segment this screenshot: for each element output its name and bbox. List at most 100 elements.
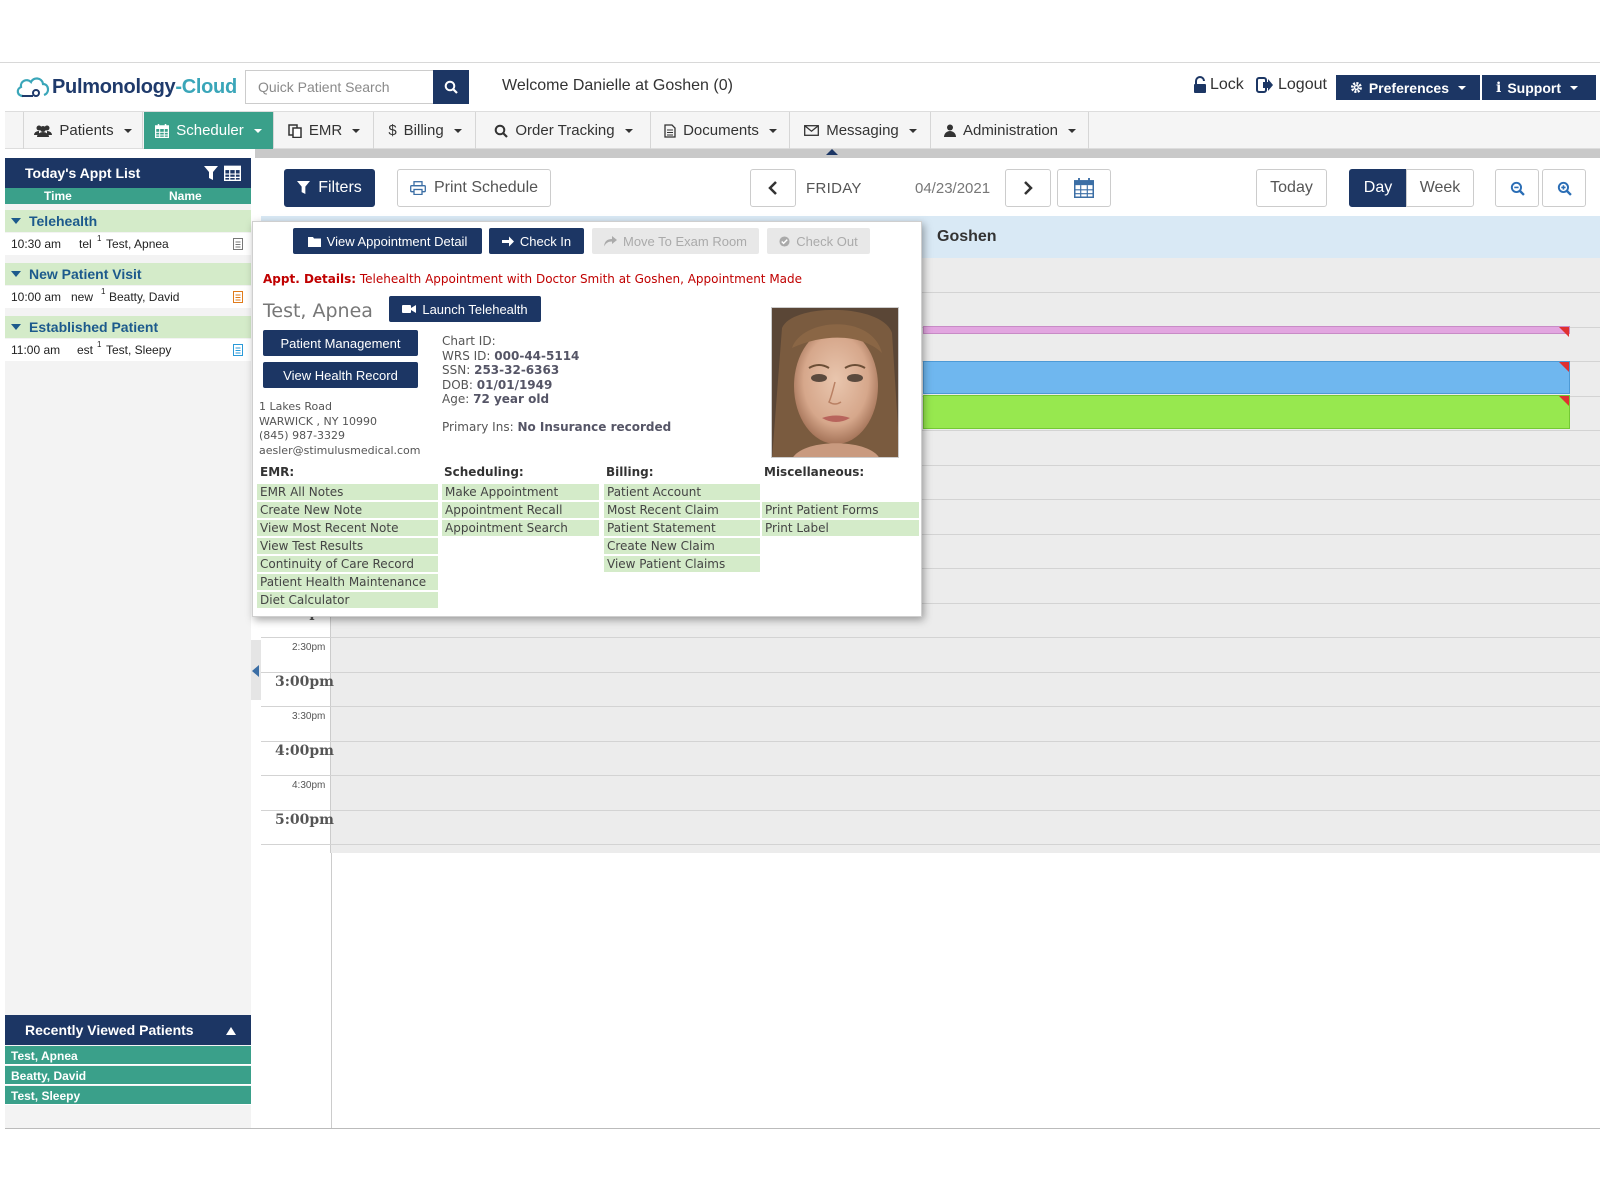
check-out-button[interactable]: Check Out (767, 228, 870, 254)
emr-link[interactable]: Continuity of Care Record (257, 556, 438, 572)
quick-patient-search (245, 70, 469, 104)
check-in-button[interactable]: Check In (489, 228, 584, 254)
week-view-button[interactable]: Week (1406, 169, 1474, 207)
emr-link[interactable]: EMR All Notes (257, 484, 438, 500)
logout-label: Logout (1278, 76, 1327, 93)
appt-list-columns: Time Name (5, 188, 251, 204)
left-sidebar: Today's Appt List Time Name Telehealth 1… (5, 158, 251, 1128)
billing-link[interactable]: Patient Account (604, 484, 760, 500)
appointment-block[interactable] (923, 326, 1570, 337)
ssn-value: 253-32-6363 (474, 363, 560, 377)
recent-patient[interactable]: Test, Apnea (5, 1046, 251, 1065)
filters-button[interactable]: Filters (284, 169, 375, 207)
billing-section-title: Billing: (606, 465, 654, 479)
sidebar-collapse-toggle[interactable] (251, 640, 261, 700)
scheduling-link[interactable]: Appointment Search (442, 520, 599, 536)
nav-administration-label: Administration (962, 122, 1059, 139)
col-time: Time (44, 189, 72, 203)
chevron-left-icon (252, 665, 259, 677)
view-health-record-button[interactable]: View Health Record (263, 362, 418, 388)
move-to-exam-room-button[interactable]: Move To Exam Room (592, 228, 759, 254)
filter-icon[interactable] (204, 166, 218, 181)
list-item[interactable]: 11:00 am est 1 Test, Sleepy (5, 339, 251, 361)
search-icon (495, 124, 509, 138)
misc-link[interactable]: Print Label (762, 520, 919, 536)
appt-group-established[interactable]: Established Patient (5, 316, 251, 338)
print-schedule-button[interactable]: Print Schedule (397, 169, 551, 207)
nav-patients[interactable]: Patients (23, 112, 143, 149)
launch-telehealth-button[interactable]: Launch Telehealth (389, 296, 541, 322)
calendar-icon (1074, 178, 1094, 198)
emr-link[interactable]: Diet Calculator (257, 592, 438, 608)
nav-documents[interactable]: Documents (652, 112, 790, 149)
appointment-block[interactable] (923, 395, 1570, 429)
scheduling-link[interactable]: Appointment Recall (442, 502, 599, 518)
list-item[interactable]: 10:30 am tel 1 Test, Apnea (5, 233, 251, 255)
appointment-block[interactable] (923, 361, 1570, 394)
welcome-text: Welcome Danielle at Goshen (0) (502, 77, 733, 94)
chevron-down-icon (11, 324, 21, 330)
emr-link[interactable]: Patient Health Maintenance (257, 574, 438, 590)
zoom-out-button[interactable] (1495, 169, 1539, 207)
search-input[interactable] (245, 70, 433, 104)
date-picker-button[interactable] (1057, 169, 1111, 207)
lock-link[interactable]: Lock (1193, 76, 1244, 94)
prev-day-button[interactable] (750, 169, 796, 207)
recently-viewed-header[interactable]: Recently Viewed Patients (5, 1015, 251, 1045)
calendar-icon (155, 123, 170, 138)
search-icon (444, 80, 458, 94)
appointment-popup: View Appointment Detail Check In Move To… (252, 221, 922, 617)
search-button[interactable] (433, 70, 469, 104)
primary-ins-value: No Insurance recorded (517, 419, 672, 434)
next-day-button[interactable] (1005, 169, 1051, 207)
billing-link[interactable]: View Patient Claims (604, 556, 760, 572)
appt-patient: Beatty, David (109, 290, 180, 304)
emr-link[interactable]: Create New Note (257, 502, 438, 518)
nav-emr[interactable]: EMR (275, 112, 374, 149)
time-label: 5:00pm (275, 812, 334, 828)
emr-link[interactable]: View Test Results (257, 538, 438, 554)
appt-group-label: Telehealth (29, 213, 98, 229)
view-appointment-detail-button[interactable]: View Appointment Detail (293, 228, 482, 254)
grid-line (261, 706, 1600, 707)
recent-patient[interactable]: Test, Sleepy (5, 1086, 251, 1105)
appt-group-telehealth[interactable]: Telehealth (5, 210, 251, 232)
scheduling-link[interactable]: Make Appointment (442, 484, 599, 500)
today-button[interactable]: Today (1256, 169, 1327, 207)
chart-id-label: Chart ID: (442, 334, 496, 348)
support-button[interactable]: i Support (1482, 75, 1596, 100)
zoom-in-button[interactable] (1542, 169, 1586, 207)
calendar-icon[interactable] (224, 164, 241, 181)
recent-patient[interactable]: Beatty, David (5, 1066, 251, 1085)
patient-photo (771, 307, 899, 458)
misc-link[interactable]: Print Patient Forms (762, 502, 919, 518)
appt-group-new-patient[interactable]: New Patient Visit (5, 263, 251, 285)
billing-link[interactable]: Patient Statement (604, 520, 760, 536)
nav-messaging[interactable]: Messaging (791, 112, 931, 149)
list-item[interactable]: 10:00 am new 1 Beatty, David (5, 286, 251, 308)
note-icon[interactable] (233, 238, 243, 250)
emr-link[interactable]: View Most Recent Note (257, 520, 438, 536)
age-row: Age: 72 year old (442, 392, 671, 407)
age-value: 72 year old (473, 392, 550, 406)
nav-administration[interactable]: Administration (932, 112, 1089, 149)
note-icon[interactable] (233, 291, 243, 303)
envelope-icon (804, 125, 820, 136)
preferences-button[interactable]: Preferences (1336, 75, 1480, 100)
note-icon[interactable] (233, 344, 243, 356)
nav-order-tracking[interactable]: Order Tracking (477, 112, 651, 149)
billing-link[interactable]: Most Recent Claim (604, 502, 760, 518)
gear-icon (1350, 82, 1362, 93)
nav-scheduler[interactable]: Scheduler (144, 112, 274, 149)
patient-email[interactable]: aesler@stimulusmedical.com (259, 444, 421, 459)
day-view-button[interactable]: Day (1349, 169, 1407, 207)
main-nav: Patients Scheduler EMR $ Billing Order T… (5, 111, 1600, 149)
logout-link[interactable]: Logout (1256, 76, 1327, 94)
billing-link[interactable]: Create New Claim (604, 538, 760, 554)
patient-management-button[interactable]: Patient Management (263, 330, 418, 356)
chevron-down-icon (768, 128, 777, 133)
app-logo[interactable]: Pulmonology -Cloud (14, 72, 237, 102)
patient-photo-image (772, 308, 898, 457)
appointment-details: Appt. Details: Telehealth Appointment wi… (263, 272, 802, 286)
nav-billing[interactable]: $ Billing (375, 112, 476, 149)
